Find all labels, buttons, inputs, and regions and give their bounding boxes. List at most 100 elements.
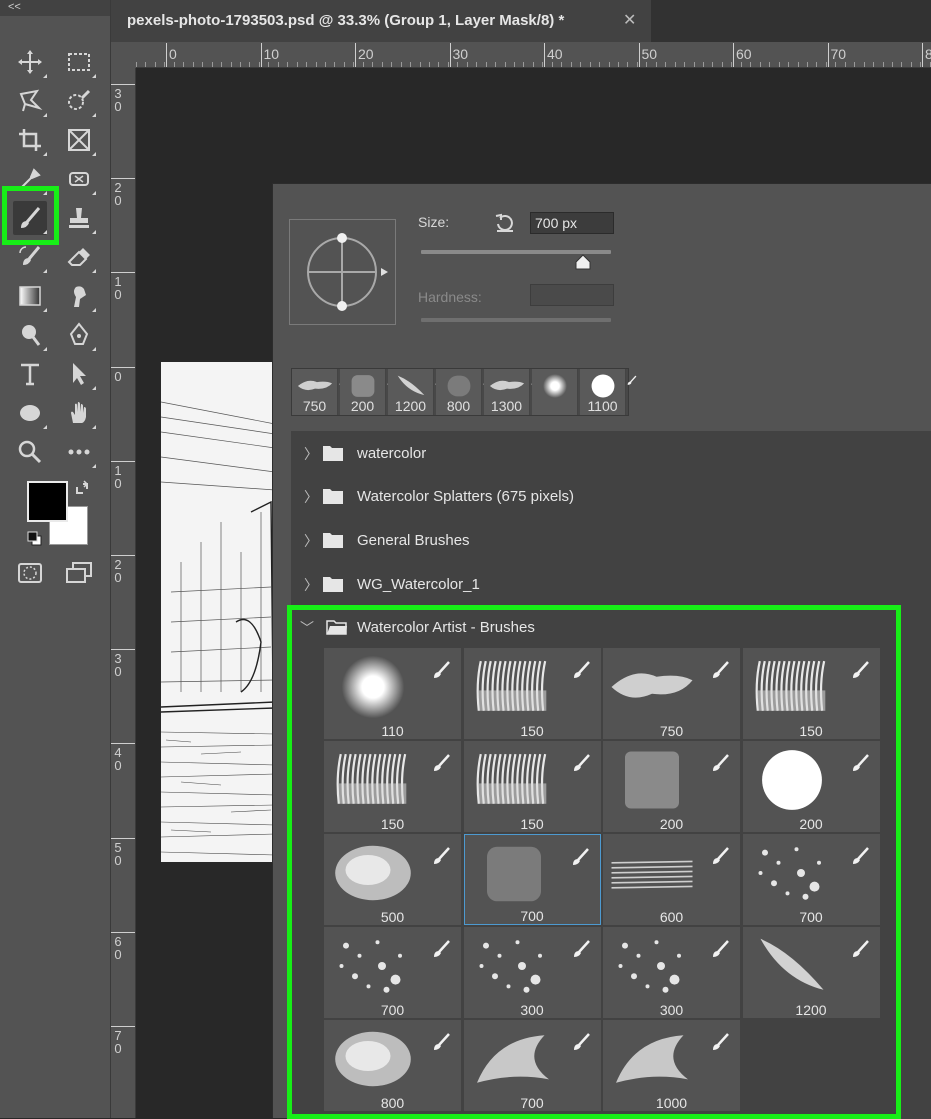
history-brush-tool[interactable] (13, 240, 47, 274)
ruler-minor-tick (428, 62, 430, 67)
move-tool[interactable] (13, 45, 47, 79)
brush-preset-cell[interactable]: 700 (742, 834, 880, 925)
ruler-major-tick (111, 178, 135, 180)
brush-preset-cell[interactable]: 750 (603, 648, 740, 739)
ruler-minor-tick (343, 62, 345, 67)
horizontal-ruler[interactable]: 0 10 20 30 40 50 60 70 80 (136, 42, 931, 68)
zoom-icon (18, 440, 42, 464)
brush-preset-cell[interactable]: 700 (324, 927, 461, 1018)
recent-brush-preset[interactable]: 1100 (580, 369, 637, 415)
brush-tool-icon (431, 939, 451, 964)
ruler-minor-tick (258, 62, 260, 67)
ruler-minor-tick (173, 62, 175, 67)
vertical-ruler[interactable]: 30 20 10 0 10 20 30 40 50 60 70 (111, 68, 136, 1118)
lasso-tool[interactable] (13, 84, 47, 118)
collapse-panel-button[interactable]: << (0, 0, 110, 16)
ruler-minor-tick (750, 62, 752, 67)
swap-colors-icon[interactable] (74, 480, 92, 498)
brush-preset-cell[interactable]: 1200 (742, 927, 880, 1018)
quick-mask-icon[interactable] (16, 561, 44, 585)
ruler-major-tick (922, 43, 923, 67)
brush-preset-cell[interactable]: 200 (742, 741, 880, 832)
ruler-minor-tick (211, 62, 213, 67)
ruler-minor-tick (476, 62, 478, 67)
brush-preset-cell[interactable]: 600 (603, 834, 740, 925)
size-slider-thumb[interactable] (575, 254, 591, 270)
chevron-right-icon[interactable]: 〉 (304, 487, 318, 507)
size-input[interactable] (530, 212, 614, 234)
recent-brush-preset[interactable]: 1300 (484, 369, 541, 415)
eraser-tool[interactable] (62, 240, 96, 274)
brush-preset-cell[interactable]: 150 (742, 648, 880, 739)
ruler-label: 30 (114, 651, 122, 680)
recent-brush-preset[interactable]: 200 (340, 369, 397, 415)
reset-size-icon[interactable] (494, 212, 516, 239)
gradient-tool[interactable] (13, 279, 47, 313)
brush-thumbnail (335, 845, 411, 901)
recent-brush-preset[interactable]: 750 (292, 369, 349, 415)
canvas-sketch-image[interactable] (161, 362, 275, 862)
ruler-minor-tick (769, 62, 771, 67)
brush-size-label: 200 (659, 816, 684, 832)
folder-icon (322, 575, 344, 598)
brush-preset-cell[interactable]: 300 (603, 927, 740, 1018)
ruler-minor-tick (325, 62, 326, 67)
ruler-minor-tick (239, 62, 241, 67)
document-tab-bar: pexels-photo-1793503.psd @ 33.3% (Group … (111, 0, 931, 42)
chevron-right-icon[interactable]: 〉 (304, 575, 318, 595)
brush-folder-row[interactable]: 〉 Watercolor Splatters (675 pixels) (291, 475, 931, 517)
brush-folder-row[interactable]: 〉 watercolor (291, 432, 931, 474)
recent-brush-preset[interactable]: 1200 (388, 369, 445, 415)
crop-tool[interactable] (13, 123, 47, 157)
ruler-minor-tick (164, 62, 166, 67)
marquee-tool[interactable] (62, 45, 96, 79)
default-colors-icon[interactable] (27, 531, 43, 547)
quick-selection-tool[interactable] (62, 84, 96, 118)
ruler-minor-tick (551, 62, 553, 67)
brush-tool-icon (431, 846, 451, 871)
recent-brush-preset[interactable] (532, 369, 578, 415)
recent-brush-preset[interactable]: 800 (436, 369, 493, 415)
brush-size-label: 150 (520, 723, 544, 739)
close-tab-icon[interactable]: ✕ (623, 10, 636, 30)
pen-tool[interactable] (62, 318, 96, 352)
chevron-right-icon[interactable]: 〉 (304, 531, 318, 551)
tool-group-indicator (92, 464, 96, 468)
ruler-minor-tick (287, 62, 289, 67)
frame-tool[interactable] (62, 123, 96, 157)
ellipse-tool[interactable] (13, 396, 47, 430)
spot-healing-tool[interactable] (62, 162, 96, 196)
ruler-major-tick (111, 649, 135, 651)
brush-preset-cell[interactable]: 1000 (603, 1020, 740, 1111)
brush-preset-cell[interactable]: 150 (463, 741, 601, 832)
ruler-label: 10 (114, 274, 122, 303)
brush-folder-row[interactable]: 〉 General Brushes (291, 519, 931, 561)
ruler-origin[interactable] (111, 42, 136, 68)
brush-preset-cell[interactable]: 800 (324, 1020, 461, 1111)
brush-preset-cell[interactable]: 150 (463, 648, 601, 739)
brush-folder-row[interactable]: 〉 WG_Watercolor_1 (291, 563, 931, 605)
hand-tool[interactable] (62, 396, 96, 430)
ruler-minor-tick (901, 62, 903, 67)
ruler-label: 0 (169, 46, 177, 62)
foreground-color-swatch[interactable] (27, 481, 68, 522)
path-selection-tool[interactable] (62, 357, 96, 391)
document-tab[interactable]: pexels-photo-1793503.psd @ 33.3% (Group … (111, 0, 651, 42)
zoom-tool[interactable] (13, 435, 47, 469)
more-tools-tool[interactable] (62, 435, 96, 469)
brush-preset-cell[interactable]: 700 (463, 1020, 601, 1111)
brush-preset-cell[interactable]: 300 (463, 927, 601, 1018)
dodge-tool[interactable] (13, 318, 47, 352)
ruler-minor-tick (504, 62, 506, 67)
brush-preset-cell[interactable]: 200 (603, 741, 740, 832)
brush-preset-cell[interactable]: 150 (324, 741, 461, 832)
chevron-right-icon[interactable]: 〉 (304, 444, 318, 464)
screen-mode-icon[interactable] (64, 561, 94, 585)
clone-stamp-tool[interactable] (62, 201, 96, 235)
brush-tip-preview[interactable] (289, 219, 396, 325)
type-tool[interactable] (13, 357, 47, 391)
brush-preset-cell[interactable]: 110 (324, 648, 461, 739)
brush-preset-cell[interactable]: 500 (324, 834, 461, 925)
brush-preset-cell[interactable]: 700 (463, 834, 601, 925)
smudge-tool[interactable] (62, 279, 96, 313)
